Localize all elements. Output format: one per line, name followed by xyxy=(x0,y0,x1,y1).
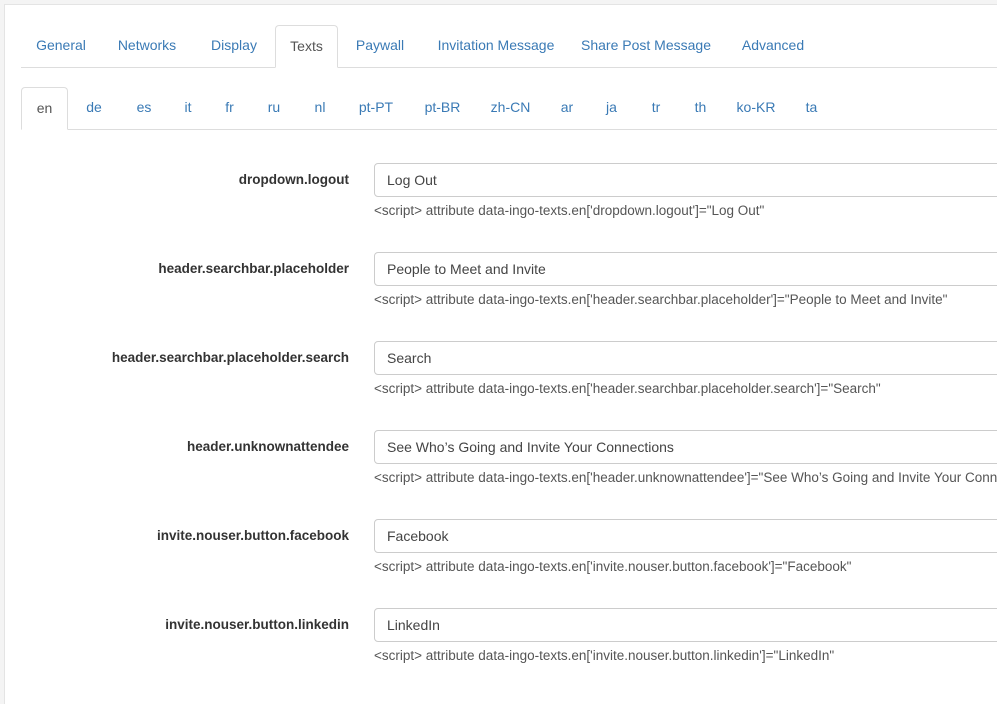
lang-tab-es[interactable]: es xyxy=(120,87,168,129)
text-value-input[interactable] xyxy=(374,341,997,375)
field-help-text: <script> attribute data-ingo-texts.en['i… xyxy=(374,559,852,574)
tab-paywall[interactable]: Paywall xyxy=(338,25,422,67)
field-help-text: <script> attribute data-ingo-texts.en['h… xyxy=(374,381,881,396)
tab-networks[interactable]: Networks xyxy=(101,25,193,67)
lang-tab-it[interactable]: it xyxy=(168,87,208,129)
text-value-input[interactable] xyxy=(374,430,997,464)
text-value-input[interactable] xyxy=(374,163,997,197)
lang-tab-pt-br[interactable]: pt-BR xyxy=(409,87,476,129)
text-field-row: dropdown.logout <script> attribute data-… xyxy=(5,163,997,252)
lang-tab-fr[interactable]: fr xyxy=(208,87,251,129)
field-label: dropdown.logout xyxy=(238,172,349,187)
lang-tab-pt-pt[interactable]: pt-PT xyxy=(343,87,409,129)
lang-tab-en[interactable]: en xyxy=(21,87,68,130)
lang-tab-ja[interactable]: ja xyxy=(589,87,634,129)
text-value-input[interactable] xyxy=(374,519,997,553)
field-help-text: <script> attribute data-ingo-texts.en['i… xyxy=(374,648,835,663)
lang-tab-zh-cn[interactable]: zh-CN xyxy=(476,87,545,129)
lang-tab-tr[interactable]: tr xyxy=(634,87,678,129)
text-field-row: invite.nouser.button.linkedin <script> a… xyxy=(5,608,997,697)
lang-tab-nl[interactable]: nl xyxy=(297,87,343,129)
lang-tab-ko-kr[interactable]: ko-KR xyxy=(723,87,789,129)
tab-general[interactable]: General xyxy=(21,25,101,67)
lang-tab-ta[interactable]: ta xyxy=(789,87,834,129)
lang-tab-th[interactable]: th xyxy=(678,87,723,129)
text-field-row: header.unknownattendee <script> attribut… xyxy=(5,430,997,519)
text-field-row: header.searchbar.placeholder <script> at… xyxy=(5,252,997,341)
field-label: invite.nouser.button.linkedin xyxy=(165,617,349,632)
main-tabs: General Networks Display Texts Paywall I… xyxy=(21,25,997,68)
field-help-text: <script> attribute data-ingo-texts.en['h… xyxy=(374,292,948,307)
field-label: invite.nouser.button.facebook xyxy=(156,528,349,543)
tab-advanced[interactable]: Advanced xyxy=(722,25,824,67)
field-label: header.searchbar.placeholder xyxy=(158,261,349,276)
lang-tab-de[interactable]: de xyxy=(68,87,120,129)
tab-share-post-message[interactable]: Share Post Message xyxy=(570,25,722,67)
text-field-row: header.searchbar.placeholder.search <scr… xyxy=(5,341,997,430)
tab-invitation-message[interactable]: Invitation Message xyxy=(422,25,570,67)
lang-tab-ar[interactable]: ar xyxy=(545,87,589,129)
tab-display[interactable]: Display xyxy=(193,25,275,67)
field-label: header.unknownattendee xyxy=(186,439,349,454)
tab-texts[interactable]: Texts xyxy=(275,25,338,68)
text-value-input[interactable] xyxy=(374,252,997,286)
field-help-text: <script> attribute data-ingo-texts.en['d… xyxy=(374,203,765,218)
text-value-input[interactable] xyxy=(374,608,997,642)
language-tabs: en de es it fr ru nl pt-PT pt-BR zh-CN a… xyxy=(21,87,997,130)
settings-panel: General Networks Display Texts Paywall I… xyxy=(4,4,997,704)
field-label: header.searchbar.placeholder.search xyxy=(111,350,349,365)
lang-tab-ru[interactable]: ru xyxy=(251,87,297,129)
text-field-row: invite.nouser.button.facebook <script> a… xyxy=(5,519,997,608)
field-help-text: <script> attribute data-ingo-texts.en['h… xyxy=(374,470,997,485)
